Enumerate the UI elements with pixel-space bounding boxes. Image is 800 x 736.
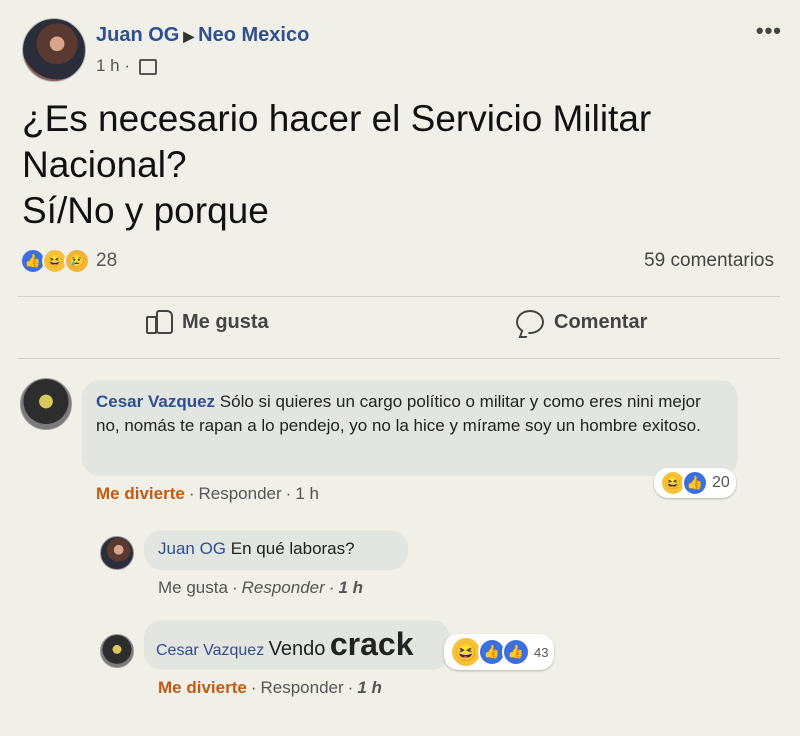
comment-actions: Me divierte · Responder · 1 h xyxy=(158,678,382,697)
sad-reaction-icon: 😢 xyxy=(64,248,90,274)
post-text: ¿Es necesario hacer el Servicio Militar … xyxy=(22,96,762,234)
comment-text: En qué laboras? xyxy=(230,539,355,558)
author-line: Juan OG ▶ Neo Mexico xyxy=(96,24,309,47)
post-text-line: Nacional? xyxy=(22,144,187,185)
comments-count[interactable]: 59 comentarios xyxy=(644,250,774,272)
comment-time[interactable]: 1 h xyxy=(338,578,363,597)
comment-body: Cesar Vazquez Sólo si quieres un cargo p… xyxy=(96,390,726,438)
post-time[interactable]: 1 h xyxy=(96,56,120,75)
post-text-line: ¿Es necesario hacer el Servicio Militar xyxy=(22,98,652,139)
author-avatar[interactable] xyxy=(22,18,86,82)
comment-actions: Me divierte · Responder · 1 h xyxy=(96,484,319,503)
comment-author[interactable]: Cesar Vazquez xyxy=(96,392,215,411)
group-name[interactable]: Neo Mexico xyxy=(198,24,309,46)
commenter-avatar[interactable] xyxy=(100,634,134,668)
like-button-label: Me gusta xyxy=(182,310,269,333)
thumbs-up-icon xyxy=(146,310,173,334)
reply-link[interactable]: Responder xyxy=(242,578,325,597)
more-options-icon[interactable]: ••• xyxy=(756,18,782,44)
reply-link[interactable]: Responder xyxy=(198,484,281,503)
comment-bubble: Cesar Vazquez Vendo crack xyxy=(144,620,450,670)
like-link[interactable]: Me gusta xyxy=(158,578,228,597)
commenter-avatar[interactable] xyxy=(100,536,134,570)
comment-reaction-count: 43 xyxy=(534,644,549,660)
react-link[interactable]: Me divierte xyxy=(96,484,185,503)
like-reaction-icon: 👍 xyxy=(502,638,530,666)
comment-time[interactable]: 1 h xyxy=(357,678,382,697)
comment-body: Juan OG En qué laboras? xyxy=(158,539,355,559)
comment-body: Cesar Vazquez Vendo crack xyxy=(156,626,413,663)
comment-bubble-icon xyxy=(516,310,544,334)
comment-reactions[interactable]: 😆 👍 20 xyxy=(654,468,736,498)
post-header: Juan OG ▶ Neo Mexico 1 h · ••• xyxy=(22,18,782,84)
like-reaction-icon: 👍 xyxy=(682,470,708,496)
post-meta: 1 h · xyxy=(96,56,157,76)
reaction-count: 28 xyxy=(96,250,118,271)
commenter-avatar[interactable] xyxy=(20,378,72,430)
caret-right-icon: ▶ xyxy=(183,28,195,44)
comment-author[interactable]: Cesar Vazquez xyxy=(156,642,264,659)
author-name[interactable]: Juan OG xyxy=(96,24,179,46)
comment-reaction-count: 20 xyxy=(712,474,730,491)
comment-bubble: Cesar Vazquez Sólo si quieres un cargo p… xyxy=(82,380,738,476)
comment-text-emphasis: crack xyxy=(329,626,414,662)
comment-reactions[interactable]: 😆 👍 👍 43 xyxy=(444,634,555,670)
comment-text: Vendo xyxy=(268,638,326,660)
comment-time[interactable]: 1 h xyxy=(295,484,319,503)
reactions-summary[interactable]: 👍 😆 😢 28 xyxy=(20,246,117,276)
comment-author[interactable]: Juan OG xyxy=(158,539,226,558)
divider xyxy=(18,296,780,297)
group-privacy-icon xyxy=(138,58,157,75)
comment-bubble: Juan OG En qué laboras? xyxy=(144,530,408,570)
reply-link[interactable]: Responder xyxy=(260,678,343,697)
react-link[interactable]: Me divierte xyxy=(158,678,247,697)
comment-button[interactable]: Comentar xyxy=(516,310,647,334)
divider xyxy=(18,358,780,359)
comment-actions: Me gusta · Responder · 1 h xyxy=(158,578,364,597)
like-button[interactable]: Me gusta xyxy=(146,310,269,334)
comment-button-label: Comentar xyxy=(554,310,648,333)
post-text-line: Sí/No y porque xyxy=(22,190,269,231)
